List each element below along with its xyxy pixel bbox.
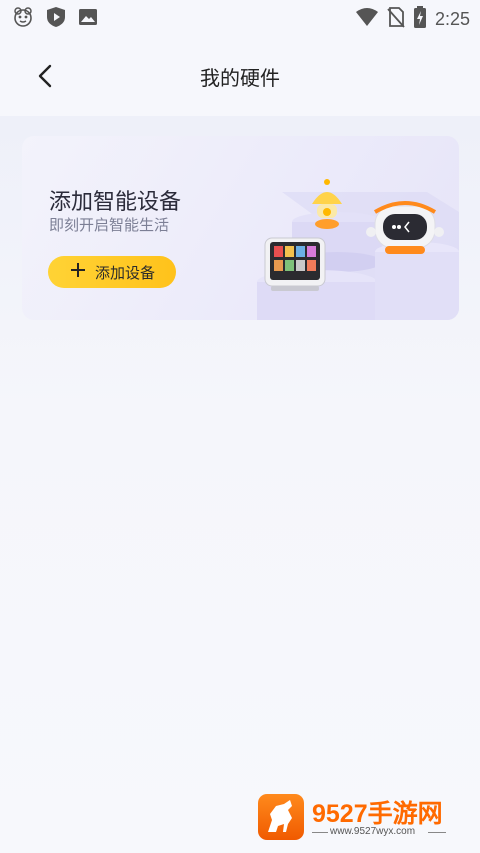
status-time: 2:25 — [434, 8, 470, 29]
watermark-title: 9527手游网 — [312, 800, 443, 828]
no-sim-icon — [387, 6, 405, 32]
watermark-divider — [428, 832, 446, 833]
horse-logo-icon — [258, 794, 304, 840]
add-device-button[interactable]: 添加设备 — [48, 256, 176, 288]
wifi-icon — [355, 7, 379, 31]
plus-icon — [69, 261, 87, 283]
play-shield-icon — [46, 6, 66, 32]
image-icon — [78, 7, 98, 31]
battery-charging-icon — [413, 5, 427, 33]
watermark-divider — [312, 832, 328, 833]
add-device-button-label: 添加设备 — [94, 263, 155, 282]
smart-devices-illustration — [227, 172, 459, 320]
page-title: 我的硬件 — [200, 66, 280, 90]
watermark-url: www.9527wyx.com — [330, 826, 416, 837]
status-bar: 2:25 — [0, 0, 480, 34]
app-mascot-icon — [12, 6, 34, 32]
card-title: 添加智能设备 — [49, 190, 182, 215]
title-bar: 我的硬件 — [0, 34, 480, 116]
add-device-card: 添加智能设备 即刻开启智能生活 添加设备 — [22, 136, 459, 320]
card-subtitle: 即刻开启智能生活 — [49, 216, 170, 234]
watermark: 9527手游网 www.9527wyx.com — [258, 794, 458, 842]
